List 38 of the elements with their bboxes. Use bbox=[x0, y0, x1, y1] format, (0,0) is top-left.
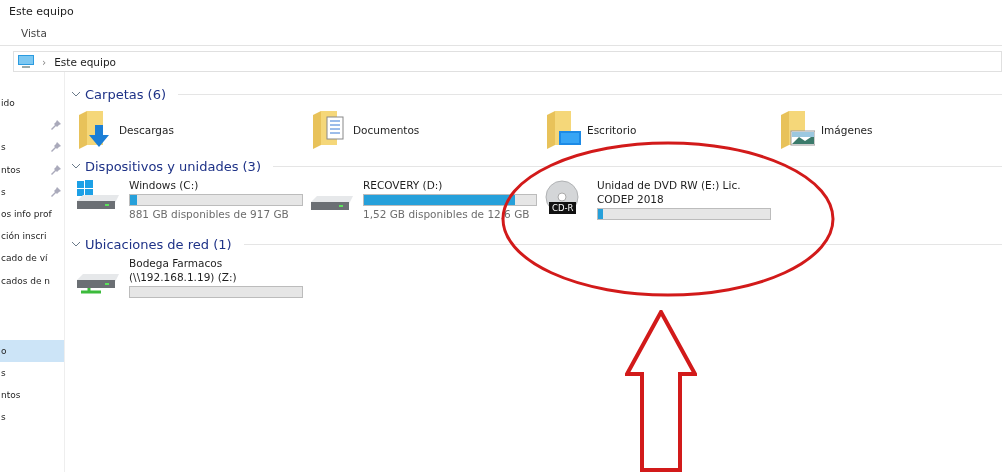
folder-name[interactable]: Escritorio bbox=[587, 124, 637, 136]
pictures-folder-icon bbox=[779, 111, 815, 149]
sidebar-item[interactable]: cado de ví bbox=[0, 247, 64, 270]
system-drive-icon bbox=[77, 180, 119, 209]
folder-name[interactable]: Imágenes bbox=[821, 124, 873, 136]
computer-icon bbox=[18, 54, 34, 69]
folder-name[interactable]: Descargas bbox=[119, 124, 174, 136]
desktop-folder-icon bbox=[545, 111, 581, 149]
drive-name[interactable]: Unidad de DVD RW (E:) Lic. CODEP 2018 bbox=[597, 178, 771, 206]
ribbon-tab[interactable]: Vista bbox=[21, 27, 47, 39]
sidebar-item[interactable]: s bbox=[0, 406, 64, 429]
sidebar-item[interactable]: os info prof bbox=[0, 202, 64, 226]
drive-name[interactable]: Windows (C:) bbox=[129, 178, 303, 192]
chevron-icon[interactable] bbox=[71, 90, 81, 98]
sidebar-item[interactable]: ción inscri bbox=[0, 225, 64, 248]
drive-name[interactable]: RECOVERY (D:) bbox=[363, 178, 537, 192]
hard-drive-icon bbox=[311, 196, 353, 210]
window-title: Este equipo bbox=[8, 4, 75, 20]
chevron-icon[interactable] bbox=[71, 240, 81, 248]
chevron-icon[interactable] bbox=[71, 162, 81, 170]
sidebar-item[interactable]: ntos bbox=[0, 158, 64, 181]
section-title[interactable]: Dispositivos y unidades (3) bbox=[85, 158, 261, 174]
network-drive-icon bbox=[77, 274, 119, 294]
drive-name[interactable]: Bodega Farmacos (\\192.168.1.19) (Z:) bbox=[129, 256, 303, 284]
documents-folder-icon bbox=[311, 111, 347, 149]
sidebar-item[interactable]: s bbox=[0, 180, 64, 203]
free-space: 881 GB disponibles de 917 GB bbox=[129, 208, 290, 220]
sidebar-item[interactable]: s bbox=[0, 136, 64, 159]
section-title[interactable]: Carpetas (6) bbox=[85, 86, 167, 102]
sidebar-item[interactable]: ntos bbox=[0, 384, 64, 407]
address-bar[interactable]: › Este equipo bbox=[13, 51, 1002, 72]
section-title[interactable]: Ubicaciones de red (1) bbox=[85, 236, 232, 252]
disc-badge: CD-R bbox=[549, 202, 577, 214]
sidebar-item[interactable]: ido bbox=[0, 92, 64, 115]
folder-name[interactable]: Documentos bbox=[353, 124, 420, 136]
sidebar-item[interactable]: cados de n bbox=[0, 269, 64, 292]
sidebar-item[interactable]: s bbox=[0, 361, 64, 385]
sidebar-item[interactable]: o bbox=[0, 339, 64, 362]
